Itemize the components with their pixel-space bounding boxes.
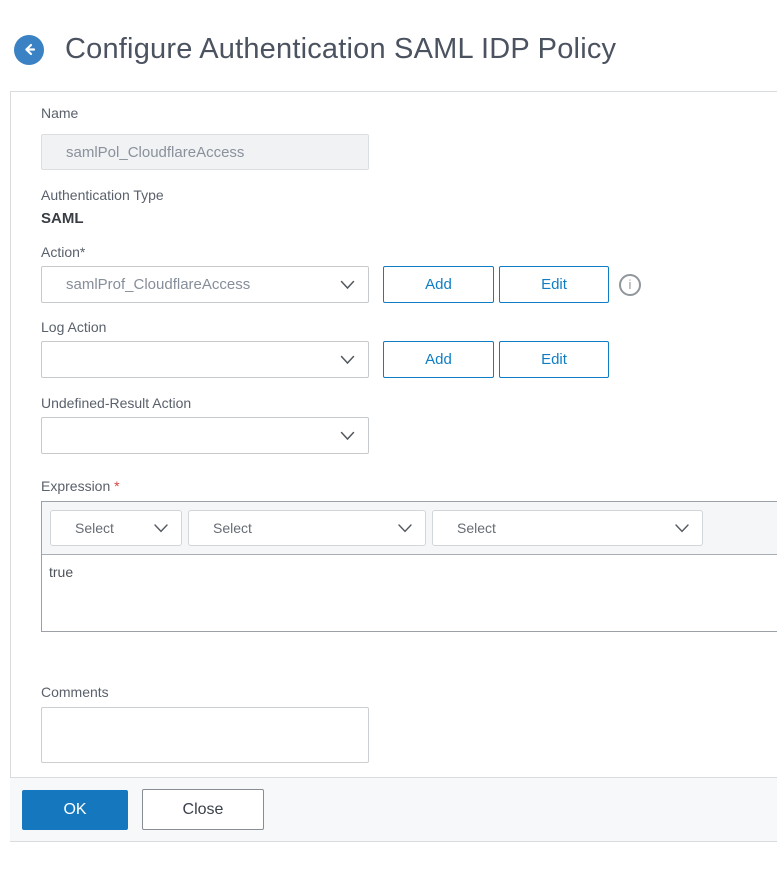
log-action-edit-button[interactable]: Edit <box>499 341 609 378</box>
expression-label: Expression * <box>41 478 120 494</box>
action-dropdown-value: samlProf_CloudflareAccess <box>66 276 251 293</box>
expression-select-2[interactable]: Select <box>188 510 426 546</box>
action-add-button[interactable]: Add <box>383 266 494 303</box>
expression-toolbar: Select Select Select <box>42 502 777 555</box>
form-panel: Name Authentication Type SAML Action* sa… <box>10 91 777 777</box>
comments-input[interactable] <box>41 707 369 763</box>
arrow-left-icon <box>21 41 38 58</box>
log-action-dropdown[interactable] <box>41 341 369 378</box>
required-asterisk: * <box>114 478 120 494</box>
authentication-type-value: SAML <box>41 210 84 227</box>
back-button[interactable] <box>14 34 44 65</box>
name-input <box>41 134 369 170</box>
footer-bar: OK Close <box>10 777 777 842</box>
log-action-add-button[interactable]: Add <box>383 341 494 378</box>
chevron-down-icon <box>340 280 355 290</box>
undefined-result-action-label: Undefined-Result Action <box>41 395 192 411</box>
expression-select-3[interactable]: Select <box>432 510 703 546</box>
action-edit-button[interactable]: Edit <box>499 266 609 303</box>
expression-input[interactable]: true <box>42 555 777 631</box>
action-dropdown[interactable]: samlProf_CloudflareAccess <box>41 266 369 303</box>
ok-button[interactable]: OK <box>22 789 128 830</box>
name-label: Name <box>41 105 79 121</box>
page-header: Configure Authentication SAML IDP Policy <box>0 0 777 91</box>
close-button[interactable]: Close <box>142 789 264 830</box>
undefined-result-action-dropdown[interactable] <box>41 417 369 454</box>
page-title: Configure Authentication SAML IDP Policy <box>65 33 617 65</box>
action-label: Action* <box>41 244 86 260</box>
info-icon[interactable]: i <box>619 273 641 296</box>
expression-editor: Select Select Select true <box>41 501 777 632</box>
log-action-label: Log Action <box>41 319 107 335</box>
chevron-down-icon <box>675 523 689 533</box>
chevron-down-icon <box>340 355 355 365</box>
expression-select-1[interactable]: Select <box>50 510 182 546</box>
comments-label: Comments <box>41 684 109 700</box>
chevron-down-icon <box>398 523 412 533</box>
authentication-type-label: Authentication Type <box>41 187 164 203</box>
chevron-down-icon <box>154 523 168 533</box>
chevron-down-icon <box>340 431 355 441</box>
